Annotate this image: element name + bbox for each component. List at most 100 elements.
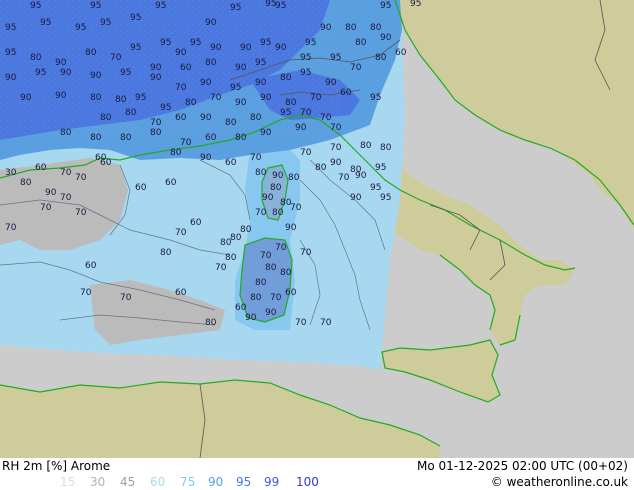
rh-value-label: 90 — [235, 63, 247, 73]
rh-value-label: 70 — [330, 123, 342, 133]
rh-value-label: 95 — [380, 1, 391, 11]
rh-value-label: 90 — [235, 98, 247, 108]
rh-value-label: 30 — [5, 168, 17, 178]
rh-value-label: 95 — [135, 93, 146, 103]
rh-value-label: 90 — [60, 68, 72, 78]
rh-value-label: 70 — [150, 118, 162, 128]
rh-value-label: 90 — [200, 113, 212, 123]
rh-value-label: 80 — [280, 268, 292, 278]
rh-value-label: 70 — [255, 208, 267, 218]
rh-value-label: 80 — [20, 178, 32, 188]
rh-value-label: 90 — [355, 171, 367, 181]
rh-value-label: 95 — [300, 53, 311, 63]
rh-value-label: 80 — [345, 23, 357, 33]
rh-value-label: 95 — [100, 18, 111, 28]
rh-value-label: 60 — [180, 63, 192, 73]
rh-value-label: 70 — [250, 153, 262, 163]
rh-value-label: 60 — [175, 288, 187, 298]
rh-value-label: 60 — [285, 288, 297, 298]
rh-value-label: 70 — [175, 83, 187, 93]
rh-value-label: 95 — [120, 68, 131, 78]
rh-value-label: 60 — [225, 158, 237, 168]
rh-value-label: 95 — [275, 1, 286, 11]
rh-value-label: 80 — [280, 73, 292, 83]
copyright-link[interactable]: © weatheronline.co.uk — [491, 475, 628, 489]
rh-value-label: 80 — [120, 133, 132, 143]
rh-value-label: 70 — [180, 138, 192, 148]
rh-value-label: 80 — [380, 143, 392, 153]
rh-value-label: 80 — [288, 173, 300, 183]
rh-value-label: 90 — [295, 123, 307, 133]
rh-value-label: 70 — [175, 228, 187, 238]
legend-value-15: 15 — [60, 475, 76, 489]
rh-value-label: 90 — [90, 71, 102, 81]
rh-value-label: 90 — [262, 193, 274, 203]
rh-value-label: 70 — [270, 293, 282, 303]
rh-value-label: 95 — [255, 58, 266, 68]
rh-value-label: 90 — [260, 128, 272, 138]
rh-value-label: 80 — [225, 118, 237, 128]
rh-value-label: 95 — [190, 38, 201, 48]
rh-value-label: 90 — [260, 93, 272, 103]
rh-value-label: 90 — [380, 33, 392, 43]
rh-value-label: 90 — [55, 58, 67, 68]
rh-value-label: 80 — [170, 148, 182, 158]
rh-value-label: 60 — [205, 133, 217, 143]
legend-value-30: 30 — [90, 475, 106, 489]
rh-value-label: 90 — [200, 78, 212, 88]
rh-value-label: 60 — [235, 303, 247, 313]
rh-value-label: 70 — [75, 173, 87, 183]
map-footer: RH 2m [%] Arome Mo 01-12-2025 02:00 UTC … — [0, 458, 634, 490]
rh-value-label: 90 — [272, 171, 284, 181]
rh-value-label: 90 — [150, 73, 162, 83]
rh-value-label: 90 — [45, 188, 57, 198]
rh-value-label: 70 — [300, 148, 312, 158]
rh-value-label: 70 — [290, 203, 302, 213]
rh-value-label: 70 — [60, 193, 72, 203]
rh-value-label: 80 — [125, 108, 137, 118]
rh-value-label: 90 — [330, 158, 342, 168]
rh-value-label: 80 — [235, 133, 247, 143]
rh-value-label: 95 — [230, 83, 241, 93]
rh-value-label: 80 — [355, 38, 367, 48]
legend-value-95: 95 — [236, 475, 252, 489]
rh-value-label: 95 — [130, 43, 141, 53]
rh-value-label: 70 — [75, 208, 87, 218]
rh-value-label: 80 — [150, 128, 162, 138]
rh-value-label: 95 — [375, 163, 386, 173]
rh-value-label: 95 — [90, 1, 101, 11]
rh-value-label: 80 — [285, 98, 297, 108]
rh-value-label: 80 — [272, 208, 284, 218]
rh-value-label: 90 — [175, 48, 187, 58]
rh-value-label: 70 — [320, 113, 332, 123]
rh-value-label: 80 — [115, 95, 127, 105]
rh-value-label: 80 — [315, 163, 327, 173]
rh-value-label: 90 — [240, 43, 252, 53]
rh-value-label: 80 — [90, 93, 102, 103]
rh-value-label: 90 — [55, 91, 67, 101]
rh-value-label: 60 — [175, 113, 187, 123]
rh-value-label: 95 — [30, 1, 41, 11]
rh-value-label: 80 — [270, 183, 282, 193]
legend-value-75: 75 — [180, 475, 196, 489]
rh-value-label: 95 — [160, 38, 171, 48]
rh-value-label: 95 — [330, 53, 341, 63]
rh-value-label: 70 — [330, 143, 342, 153]
rh-value-label: 80 — [370, 23, 382, 33]
rh-value-label: 95 — [370, 183, 381, 193]
rh-value-label: 70 — [295, 318, 307, 328]
rh-value-label: 95 — [305, 38, 316, 48]
rh-value-label: 95 — [300, 68, 311, 78]
rh-value-label: 90 — [275, 43, 287, 53]
rh-value-label: 80 — [60, 128, 72, 138]
rh-value-label: 90 — [200, 153, 212, 163]
rh-value-label: 70 — [300, 108, 312, 118]
rh-value-label: 90 — [285, 223, 297, 233]
rh-value-label: 80 — [250, 113, 262, 123]
rh-value-label: 60 — [35, 163, 47, 173]
rh-value-label: 80 — [265, 263, 277, 273]
rh-value-label: 90 — [255, 78, 267, 88]
legend-value-60: 60 — [150, 475, 166, 489]
rh-value-label: 70 — [40, 203, 52, 213]
rh-value-label: 95 — [155, 1, 166, 11]
